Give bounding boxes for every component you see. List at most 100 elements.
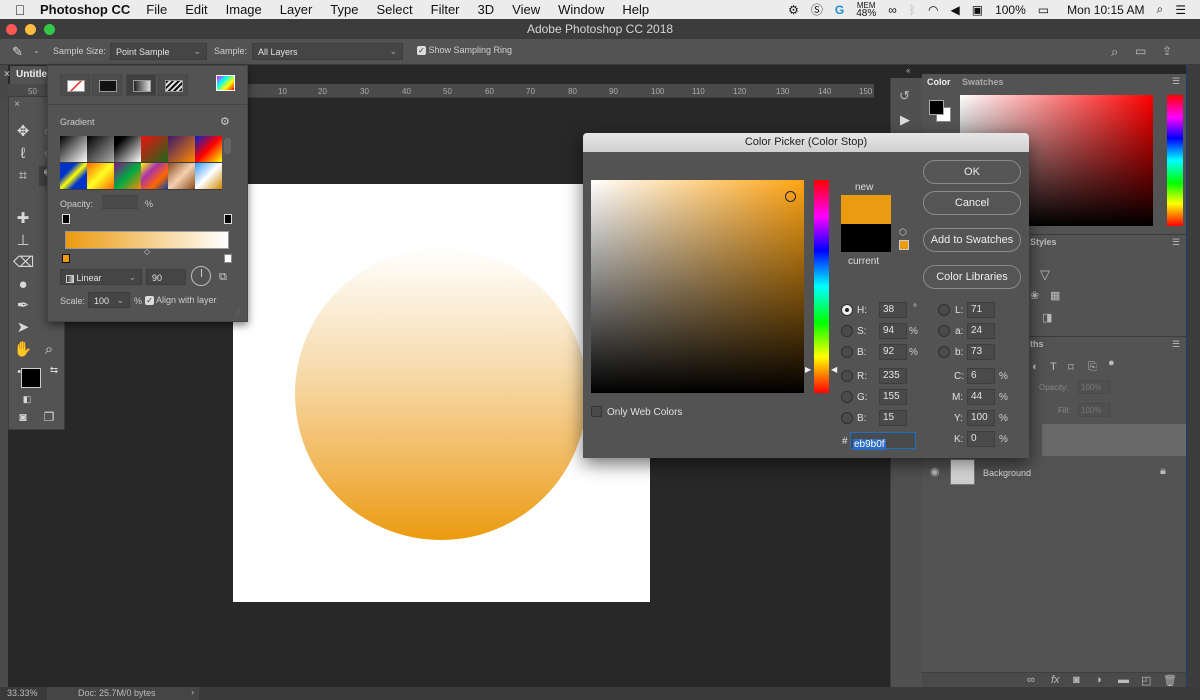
hue-slider-left-arrow-icon[interactable]: ▶ xyxy=(805,365,811,374)
lab-b-radio[interactable] xyxy=(938,346,950,358)
zoom-tool-icon[interactable]: ⌕ xyxy=(39,340,59,360)
menu-file[interactable]: File xyxy=(146,2,167,17)
close-toolbox-icon[interactable]: × xyxy=(7,95,27,115)
reverse-gradient-icon[interactable]: ⧉ xyxy=(219,271,227,284)
angle-field[interactable]: 90 xyxy=(146,269,186,285)
type-layer-filter-icon[interactable]: T xyxy=(1050,361,1057,373)
color-picker-button[interactable] xyxy=(216,75,235,91)
network-status-icon[interactable]: ⚙ xyxy=(788,3,799,17)
hue-slider[interactable] xyxy=(814,180,829,393)
fill-solid-button[interactable] xyxy=(92,74,122,96)
cyan-field[interactable]: 6 xyxy=(967,368,995,384)
quick-mask-icon[interactable]: ◙ xyxy=(13,407,33,427)
app-menu[interactable]: Photoshop CC xyxy=(40,2,130,17)
document-tab[interactable]: × Untitle xyxy=(4,66,50,84)
opacity-stop-right[interactable] xyxy=(224,214,232,224)
lab-a-radio[interactable] xyxy=(938,325,950,337)
menu-layer[interactable]: Layer xyxy=(280,2,313,17)
fill-pattern-button[interactable] xyxy=(158,74,188,96)
out-of-gamut-cube-icon[interactable]: ⬡ xyxy=(899,227,907,238)
gradient-preset[interactable] xyxy=(141,163,168,189)
color-stop-left[interactable] xyxy=(62,254,70,263)
hue-slider-right-arrow-icon[interactable]: ◀ xyxy=(831,365,837,374)
fill-gradient-button[interactable] xyxy=(126,74,156,96)
saturation-field[interactable]: 94 xyxy=(879,323,907,339)
tool-preset-chevron-icon[interactable]: ⌄ xyxy=(33,46,40,55)
logitech-icon[interactable]: G xyxy=(835,3,844,17)
yellow-field[interactable]: 100 xyxy=(967,410,995,426)
sample-select[interactable]: All Layers ⌄ xyxy=(252,43,403,60)
gradient-preset[interactable] xyxy=(195,136,222,162)
path-selection-tool-icon[interactable]: ➤ xyxy=(13,318,33,338)
gradient-preset[interactable] xyxy=(114,163,141,189)
fx-icon[interactable]: fx xyxy=(1051,674,1060,686)
blue-radio[interactable] xyxy=(841,412,853,424)
panel-menu-icon[interactable]: ☰ xyxy=(1172,76,1180,87)
battery-icon[interactable]: ▭ xyxy=(1038,3,1049,17)
default-colors-icon[interactable]: ◧ xyxy=(17,389,37,409)
red-radio[interactable] xyxy=(841,370,853,382)
trash-icon[interactable]: 🗑︎ xyxy=(1163,674,1177,687)
color-panel-hue-slider[interactable] xyxy=(1167,95,1183,226)
fill-none-button[interactable] xyxy=(60,74,90,96)
link-layers-icon[interactable]: ∞ xyxy=(1027,674,1035,686)
filter-toggle-icon[interactable]: ● xyxy=(1108,357,1115,369)
panel-foreground-swatch[interactable] xyxy=(929,100,944,115)
panel-menu-icon[interactable]: ☰ xyxy=(1172,237,1180,248)
lab-b-field[interactable]: 73 xyxy=(967,344,995,360)
blur-tool-icon[interactable]: ● xyxy=(13,275,33,295)
screen-mode-icon[interactable]: ❐ xyxy=(39,407,59,427)
clock[interactable]: Mon 10:15 AM xyxy=(1067,3,1144,17)
gear-icon[interactable]: ⚙ xyxy=(220,115,230,128)
status-menu-arrow-icon[interactable]: › xyxy=(191,687,194,697)
gradient-preset[interactable] xyxy=(87,163,114,189)
hex-field[interactable]: eb9b0f xyxy=(850,432,916,450)
color-lookup-icon[interactable]: ▦ xyxy=(1050,289,1060,302)
scale-field[interactable]: 100 ⌄ xyxy=(88,292,130,308)
share-icon[interactable]: ⇪ xyxy=(1162,44,1172,58)
angle-dial[interactable] xyxy=(191,266,211,286)
color-libraries-button[interactable]: Color Libraries xyxy=(923,265,1021,289)
apple-menu-icon[interactable]:  xyxy=(0,2,40,18)
gradient-preset[interactable] xyxy=(87,136,114,162)
magenta-field[interactable]: 44 xyxy=(967,389,995,405)
adjustment-layer-icon[interactable]: ◑ xyxy=(1095,674,1102,686)
ok-button[interactable]: OK xyxy=(923,160,1021,184)
move-tool-icon[interactable]: ✥ xyxy=(13,122,33,142)
only-web-colors-checkbox[interactable] xyxy=(591,406,602,417)
color-stop-right[interactable] xyxy=(224,254,232,263)
lasso-tool-icon[interactable]: ℓ xyxy=(13,144,33,164)
gradient-type-select[interactable]: Linear ⌄ xyxy=(60,269,142,285)
wifi-icon[interactable]: ◠ xyxy=(928,3,938,17)
sample-size-select[interactable]: Point Sample ⌄ xyxy=(110,43,207,60)
lock-icon[interactable]: 🔒︎ xyxy=(1160,465,1166,478)
saturation-brightness-field[interactable] xyxy=(591,180,804,393)
layer-fill-field[interactable]: 100% xyxy=(1078,403,1110,417)
zoom-level[interactable]: 33.33% xyxy=(7,688,38,698)
menu-window[interactable]: Window xyxy=(558,2,604,17)
keyboard-icon[interactable]: ▣ xyxy=(972,3,983,17)
gradient-preset[interactable] xyxy=(168,163,195,189)
opacity-stop-left[interactable] xyxy=(62,214,70,224)
skype-icon[interactable]: Ⓢ xyxy=(811,1,823,18)
volume-icon[interactable]: ◀ xyxy=(950,3,959,17)
gradient-map-icon[interactable]: ▽ xyxy=(1040,267,1050,283)
midpoint-diamond-icon[interactable]: ◇ xyxy=(144,247,150,256)
saturation-radio[interactable] xyxy=(841,325,853,337)
gradient-preset[interactable] xyxy=(114,136,141,162)
menu-view[interactable]: View xyxy=(512,2,540,17)
tab-swatches[interactable]: Swatches xyxy=(962,77,1004,87)
clone-stamp-tool-icon[interactable]: ⊥ xyxy=(13,231,33,251)
smart-object-filter-icon[interactable]: ⎘ xyxy=(1088,361,1097,374)
gradient-circle-shape[interactable] xyxy=(295,248,587,540)
swap-colors-icon[interactable]: ⇆ xyxy=(44,361,64,381)
history-panel-icon[interactable]: ↺ xyxy=(899,88,910,104)
adjustment-layer-filter-icon[interactable]: ◐ xyxy=(1032,361,1039,373)
gradient-preset[interactable] xyxy=(60,163,87,189)
gamut-warning-swatch[interactable] xyxy=(899,240,909,250)
spotlight-icon[interactable]: ⌕ xyxy=(1157,2,1164,17)
pen-tool-icon[interactable]: ✒ xyxy=(13,296,33,316)
resize-grip-icon[interactable]: ⟋ xyxy=(235,309,241,319)
hue-radio[interactable] xyxy=(841,304,853,316)
eyedropper-tool-icon[interactable]: ✎ xyxy=(12,44,23,60)
